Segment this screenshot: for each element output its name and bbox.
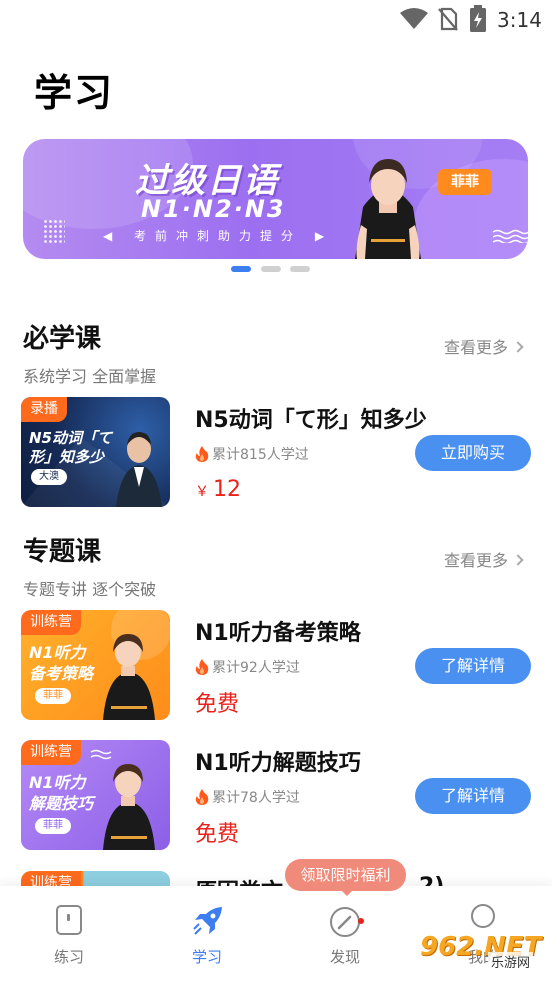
chevron-right-icon — [512, 341, 524, 353]
course-title[interactable]: N1听力备考策略 — [195, 615, 361, 647]
details-button[interactable]: 了解详情 — [415, 648, 531, 684]
banner-slogan: ◀ 考前冲刺助力提分 ▶ — [103, 229, 334, 243]
learner-count: 累计815人学过 — [195, 444, 309, 464]
watermark-text: 乐游网 — [488, 952, 534, 971]
course-badge: 录播 — [21, 397, 67, 422]
carousel-dot-active[interactable] — [231, 266, 251, 272]
course-card[interactable]: 训练营 N1听力 备考策略 菲菲 N1听力备考策略 累计92人学过 免费 了解详情 — [21, 610, 531, 720]
learner-count-label: 累计815人学过 — [212, 447, 309, 463]
waves-decoration — [493, 229, 528, 243]
section-subtitle-required: 系统学习 全面掌握 — [23, 367, 157, 386]
dots-decoration — [43, 219, 65, 245]
price-value: 12 — [213, 477, 241, 502]
course-title[interactable]: N5动词「て形」知多少 — [195, 402, 427, 434]
details-button[interactable]: 了解详情 — [415, 778, 531, 814]
thumbnail-title: N5动词「て形」知多少 — [29, 429, 112, 466]
fire-icon — [195, 789, 209, 805]
more-link-topic[interactable]: 查看更多 — [444, 547, 524, 571]
course-card[interactable]: 录播 N5动词「て形」知多少 大澳 N5动词「て形」知多少 累计815人学过 ￥… — [21, 397, 531, 507]
teacher-tag: 菲菲 — [438, 169, 492, 195]
learner-count: 累计78人学过 — [195, 787, 300, 807]
section-title-topic: 专题课 — [23, 537, 102, 567]
no-sim-icon — [438, 7, 458, 31]
course-price: ￥ 12 — [195, 477, 241, 502]
battery-charging-icon — [470, 5, 486, 32]
promo-banner[interactable]: 过级日语 N1·N2·N3 ◀ 考前冲刺助力提分 ▶ 菲菲 — [23, 139, 528, 259]
course-thumbnail: 录播 N5动词「て形」知多少 大澳 — [21, 397, 170, 507]
course-thumbnail: 训练营 N1听力 解题技巧 菲菲 — [21, 740, 170, 850]
carousel-dot[interactable] — [261, 266, 281, 272]
nav-label: 发现 — [329, 948, 360, 966]
course-price: 免费 — [195, 822, 240, 847]
buy-now-button[interactable]: 立即购买 — [415, 435, 531, 471]
thumbnail-title: N1听力 备考策略 — [29, 643, 94, 683]
learner-count: 累计92人学过 — [195, 657, 300, 677]
learner-count-label: 累计78人学过 — [212, 790, 300, 806]
thumbnail-tag: 大澳 — [31, 469, 67, 485]
practice-icon — [56, 905, 82, 935]
course-title[interactable]: N1听力解题技巧 — [195, 745, 361, 777]
more-label: 查看更多 — [444, 551, 509, 570]
section-title-required: 必学课 — [23, 324, 102, 354]
section-subtitle-topic: 专题专讲 逐个突破 — [23, 580, 157, 599]
course-price: 免费 — [195, 692, 240, 717]
fire-icon — [195, 659, 209, 675]
thumbnail-title: N1听力 解题技巧 — [29, 773, 94, 813]
banner-levels: N1·N2·N3 — [141, 195, 286, 223]
course-badge: 训练营 — [21, 740, 81, 765]
chevron-right-icon — [512, 554, 524, 566]
teacher-photo — [355, 159, 421, 259]
watermark: 962.NET 乐游网 — [412, 930, 548, 976]
thumbnail-tag: 菲菲 — [35, 688, 71, 704]
fire-icon — [195, 446, 209, 462]
course-thumbnail: 训练营 N1听力 备考策略 菲菲 — [21, 610, 170, 720]
learner-count-label: 累计92人学过 — [212, 660, 300, 676]
promo-bubble[interactable]: 领取限时福利 — [285, 859, 406, 896]
currency-symbol: ￥ — [195, 484, 209, 500]
status-bar: 3:14 — [0, 0, 552, 40]
carousel-dot[interactable] — [290, 266, 310, 272]
thumbnail-tag: 菲菲 — [35, 818, 71, 834]
more-link-required[interactable]: 查看更多 — [444, 334, 524, 358]
rocket-icon — [193, 907, 222, 935]
course-card[interactable]: 训练营 N1听力 解题技巧 菲菲 N1听力解题技巧 累计78人学过 免费 了解详情 — [21, 740, 531, 850]
wifi-icon — [400, 8, 428, 29]
compass-icon — [330, 907, 364, 937]
status-time: 3:14 — [497, 8, 542, 32]
more-label: 查看更多 — [444, 338, 509, 357]
page-title: 学习 — [34, 71, 115, 115]
nav-label: 学习 — [191, 948, 222, 966]
nav-label: 练习 — [53, 948, 84, 966]
course-badge: 训练营 — [21, 610, 81, 635]
